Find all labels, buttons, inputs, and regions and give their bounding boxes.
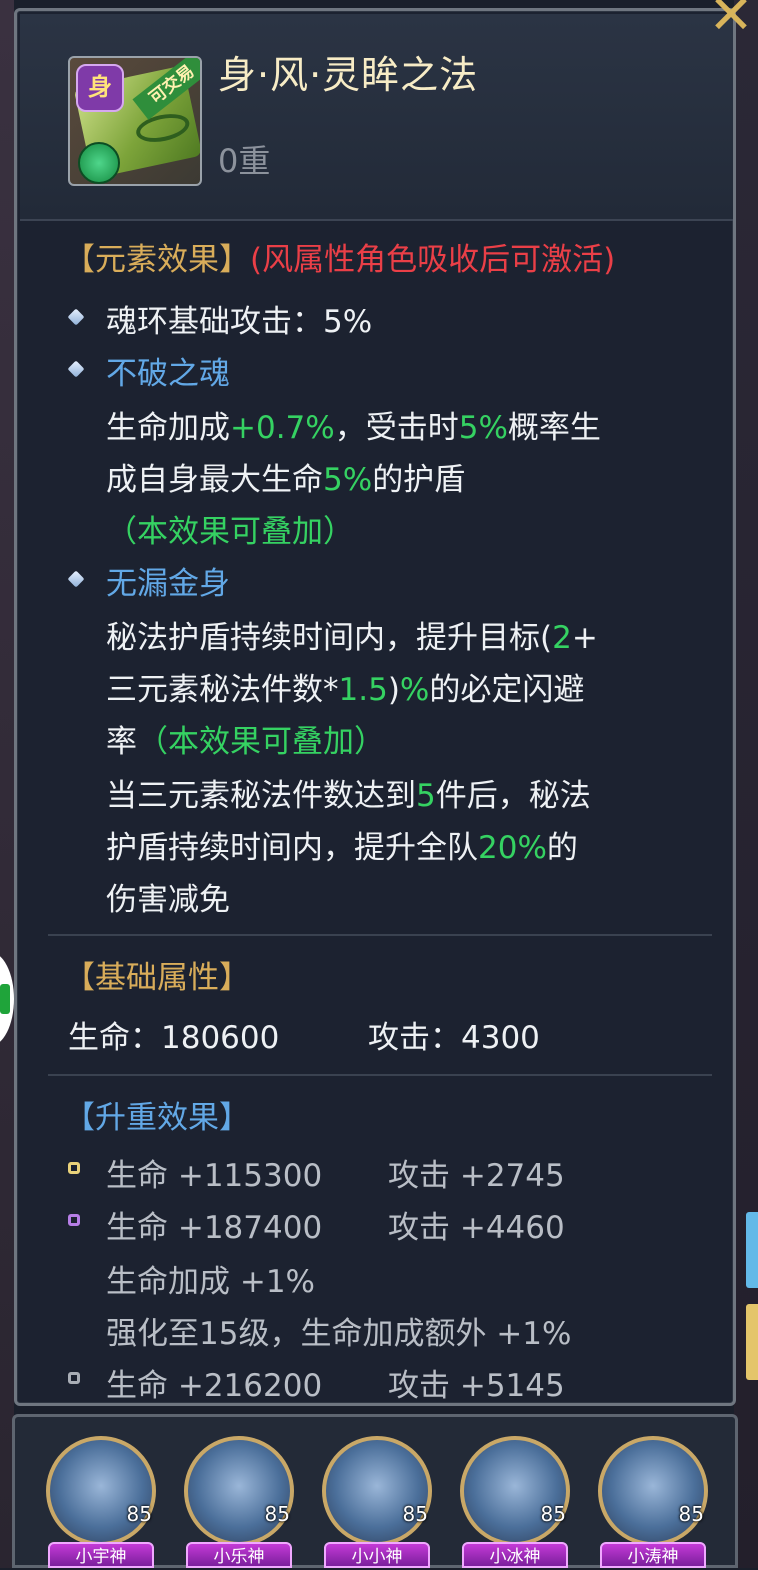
close-icon[interactable]: ✕ [704, 0, 758, 42]
base-attributes-header: 【基础属性】 [64, 960, 250, 996]
tier-dot-icon [68, 1372, 80, 1384]
hero-name: 小涛神 [600, 1542, 706, 1568]
skill2-line2: 三元素秘法件数*1.5)%的必定闪避 [106, 672, 585, 708]
hero-avatar [322, 1436, 432, 1546]
hero-avatar [46, 1436, 156, 1546]
skill1-line1: 生命加成+0.7%，受击时5%概率生 [106, 410, 601, 446]
hero-avatar [460, 1436, 570, 1546]
element-badge: 身 [76, 64, 124, 112]
divider [48, 934, 712, 936]
hero-slot[interactable]: 85 小宇神 [46, 1436, 156, 1568]
hero-name: 小冰神 [462, 1542, 568, 1568]
hero-name: 小乐神 [186, 1542, 292, 1568]
hero-slot[interactable]: 85 小冰神 [460, 1436, 570, 1568]
tier2-extra1: 生命加成 +1% [106, 1264, 316, 1300]
hero-name: 小宇神 [48, 1542, 154, 1568]
tier-dot-icon [68, 1214, 80, 1226]
skill2-line3: 率（本效果可叠加） [106, 724, 385, 760]
eye-icon [133, 109, 192, 147]
element-effect-header: 【元素效果】 [64, 242, 250, 278]
skill2-line1: 秘法护盾持续时间内，提升目标(2+ [106, 620, 598, 656]
tier1-life: 生命 +115300 [106, 1158, 323, 1194]
item-icon[interactable]: 可交易 身 [68, 56, 202, 186]
skill1-stack-note: （本效果可叠加） [106, 514, 354, 550]
upgrade-header: 【升重效果】 [64, 1100, 250, 1136]
hero-name: 小小神 [324, 1542, 430, 1568]
background-left [0, 0, 14, 1568]
element-effect-condition: (风属性角色吸收后可激活) [250, 242, 616, 278]
hero-level: 85 [678, 1502, 704, 1526]
hero-slot[interactable]: 85 小乐神 [184, 1436, 294, 1568]
skill2-line6: 伤害减免 [106, 882, 230, 918]
skill1-line2: 成自身最大生命5%的护盾 [106, 462, 466, 498]
item-level: 0重 [218, 142, 271, 180]
skill2-name: 无漏金身 [106, 566, 230, 602]
divider [48, 1074, 712, 1076]
element-effect-heading: 【元素效果】(风属性角色吸收后可激活) [64, 234, 615, 279]
side-tab-gold[interactable] [746, 1304, 758, 1380]
tier-dot-icon [68, 1162, 80, 1174]
item-title: 身·风·灵眸之法 [218, 53, 479, 97]
tier3-attack: 攻击 +5145 [388, 1368, 565, 1404]
hero-slot[interactable]: 85 小涛神 [598, 1436, 708, 1568]
hero-level: 85 [402, 1502, 428, 1526]
hero-avatar [598, 1436, 708, 1546]
tier2-life: 生命 +187400 [106, 1210, 323, 1246]
base-attack-line: 魂环基础攻击：5% [106, 304, 373, 340]
hero-level: 85 [540, 1502, 566, 1526]
skill1-name: 不破之魂 [106, 356, 230, 392]
hero-level: 85 [126, 1502, 152, 1526]
tier1-attack: 攻击 +2745 [388, 1158, 565, 1194]
skill2-line4: 当三元素秘法件数达到5件后，秘法 [106, 778, 591, 814]
wind-element-icon [78, 142, 120, 184]
tier2-extra2: 强化至15级，生命加成额外 +1% [106, 1316, 572, 1352]
hero-level: 85 [264, 1502, 290, 1526]
hero-avatar [184, 1436, 294, 1546]
tier2-attack: 攻击 +4460 [388, 1210, 565, 1246]
hero-slot[interactable]: 85 小小神 [322, 1436, 432, 1568]
skill2-line5: 护盾持续时间内，提升全队20%的 [106, 830, 578, 866]
tier3-life: 生命 +216200 [106, 1368, 323, 1404]
base-life: 生命：180600 [68, 1020, 280, 1056]
side-tab-blue[interactable] [746, 1212, 758, 1288]
base-attack: 攻击：4300 [368, 1020, 540, 1056]
